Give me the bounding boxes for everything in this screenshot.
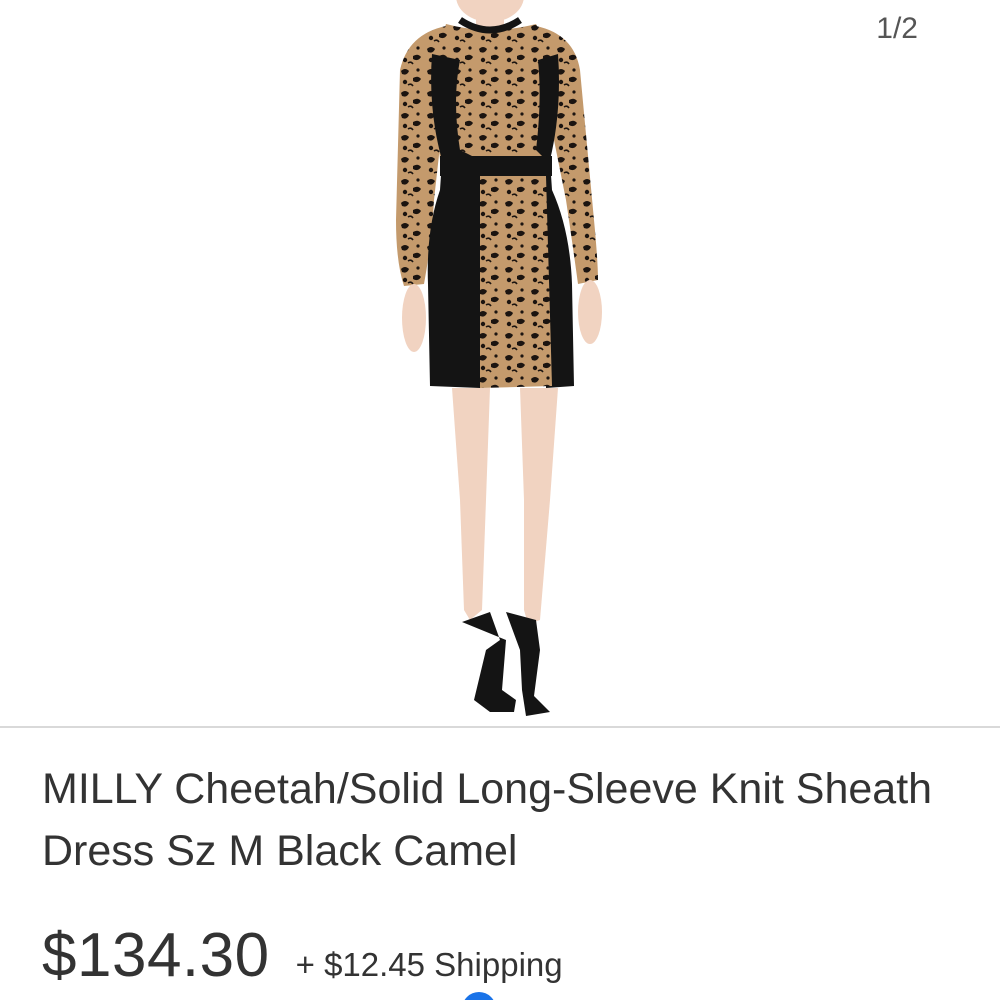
image-counter: 1/2 [876, 12, 918, 45]
listing-page: 1/2 MILLY Cheetah/Solid Long-Sleeve Knit… [0, 0, 1000, 1000]
action-button-icon[interactable] [462, 992, 496, 1000]
product-image[interactable] [190, 0, 850, 724]
divider [0, 726, 1000, 728]
listing-title: MILLY Cheetah/Solid Long-Sleeve Knit She… [42, 765, 933, 875]
shipping-cost: + $12.45 Shipping [295, 946, 563, 983]
image-gallery[interactable]: 1/2 [0, 0, 1000, 726]
price-row: $134.30 + $12.45 Shipping [42, 920, 563, 990]
dress-photo-icon [396, 0, 602, 716]
price: $134.30 [42, 921, 270, 990]
